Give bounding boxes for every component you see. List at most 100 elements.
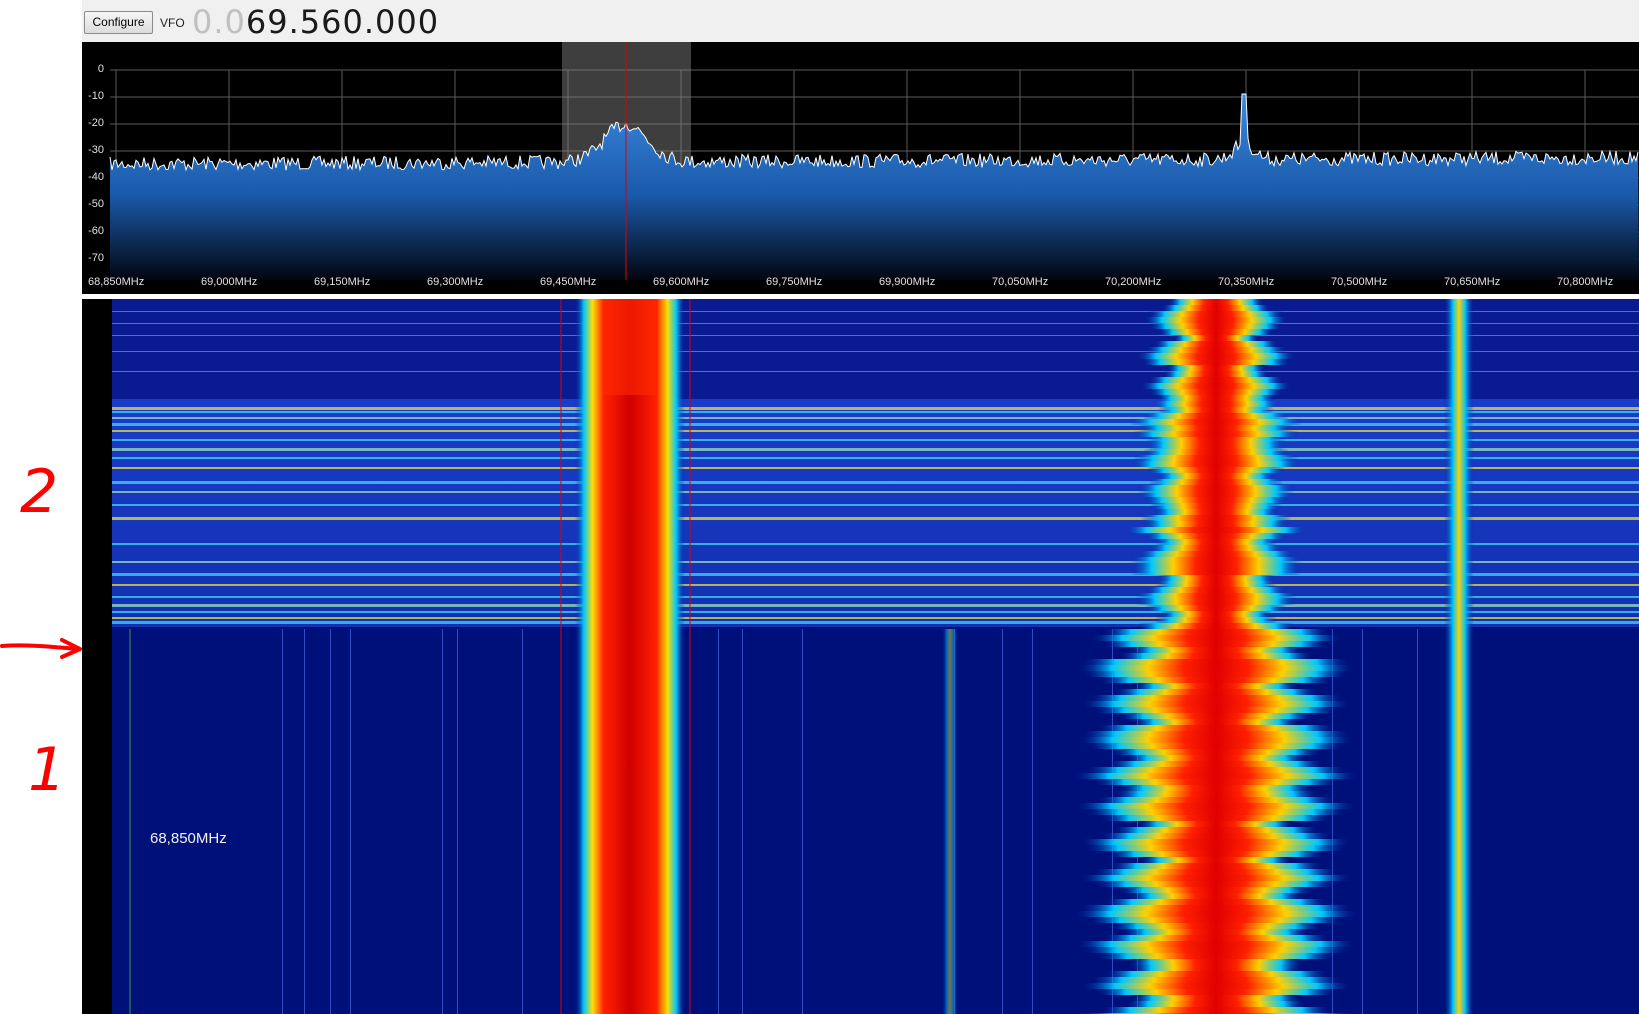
- spur-line: [718, 629, 719, 1014]
- signal-slice: [1136, 353, 1296, 359]
- waterfall-canvas[interactable]: [112, 299, 1639, 1014]
- signal-slice: [1160, 611, 1272, 617]
- signal-slice: [1137, 623, 1295, 629]
- signal-slice: [1141, 359, 1291, 365]
- signal-slice: [1158, 329, 1274, 335]
- signal-slice: [1122, 929, 1310, 935]
- spectrum-fill: [110, 94, 1639, 280]
- configure-button[interactable]: Configure: [84, 11, 153, 34]
- interference-line: [112, 311, 1639, 312]
- signal-slice: [1104, 641, 1328, 647]
- signal-slice: [1150, 503, 1282, 509]
- signal-slice: [1145, 347, 1287, 353]
- signal-slice: [1148, 377, 1284, 383]
- signal-slice: [1142, 521, 1290, 527]
- signal-slice: [1087, 845, 1345, 851]
- signal-slice: [1145, 587, 1287, 593]
- interference-line: [112, 584, 1639, 586]
- spur-line: [457, 629, 458, 1014]
- spur-line: [330, 629, 331, 1014]
- interference-line: [112, 457, 1639, 459]
- signal-slice: [1130, 569, 1302, 575]
- signal-slice: [1148, 479, 1284, 485]
- signal-slice: [1137, 551, 1295, 557]
- waterfall-image: [112, 299, 1639, 1014]
- signal-slice: [1114, 791, 1318, 797]
- signal-slice: [1154, 539, 1278, 545]
- signal-trace-tuned-top: [604, 299, 656, 395]
- signal-slice: [1127, 1001, 1305, 1007]
- frequency-tick-label: 70,650MHz: [1444, 276, 1501, 288]
- vfo-frequency-display[interactable]: 0.069.560.000: [192, 3, 439, 41]
- signal-slice: [1148, 311, 1284, 317]
- interference-line: [112, 439, 1639, 441]
- signal-slice: [1173, 335, 1259, 341]
- spur-line: [350, 629, 351, 1014]
- signal-slice: [1095, 707, 1337, 713]
- spectrum-plot[interactable]: [82, 42, 1639, 294]
- signal-slice: [1100, 677, 1332, 683]
- signal-slice: [1149, 323, 1283, 329]
- signal-slice: [1146, 437, 1286, 443]
- interference-line: [112, 611, 1639, 613]
- interference-line: [112, 411, 1639, 413]
- frequency-tick-label: 70,050MHz: [992, 276, 1049, 288]
- interference-line: [112, 423, 1639, 426]
- signal-slice: [1130, 461, 1302, 467]
- signal-slice: [1097, 989, 1335, 995]
- signal-slice: [1139, 425, 1293, 431]
- signal-slice: [1130, 557, 1302, 563]
- signal-slice: [1144, 317, 1288, 323]
- signal-slice: [1092, 977, 1340, 983]
- annotation-label-1: 1: [28, 735, 66, 805]
- signal-slice: [1129, 893, 1303, 899]
- interference-line: [112, 491, 1639, 493]
- annotation-layer: 2 1: [0, 457, 82, 805]
- interference-line: [112, 467, 1639, 469]
- signal-slice: [1119, 887, 1313, 893]
- interference-line: [112, 621, 1639, 624]
- signal-slice: [1129, 959, 1303, 965]
- signal-slice: [1119, 785, 1313, 791]
- signal-slice: [1105, 971, 1327, 977]
- interference-line: [112, 617, 1639, 619]
- signal-slice: [1136, 599, 1296, 605]
- signal-slice: [1166, 365, 1266, 371]
- interference-line: [112, 604, 1639, 607]
- vfo-significant-digits: 69.560.000: [245, 3, 440, 41]
- annotation-arrow: [0, 638, 82, 659]
- signal-slice: [1095, 869, 1337, 875]
- spectrum-trace: [109, 93, 1639, 172]
- signal-slice: [1084, 671, 1348, 677]
- annotation-label-2: 2: [20, 457, 58, 527]
- signal-slice: [1135, 593, 1297, 599]
- spur-line: [1032, 629, 1033, 1014]
- frequency-tick-label: 69,000MHz: [201, 276, 258, 288]
- signal-slice: [1149, 545, 1283, 551]
- spectrum-panel[interactable]: 0 -10 -20 -30 -40 -50 -60 -70 68,850MHz 69,000MH…: [82, 42, 1639, 294]
- waterfall-region-2: [112, 399, 1639, 627]
- signal-slice: [1119, 713, 1313, 719]
- signal-slice: [1114, 827, 1318, 833]
- signal-slice: [1112, 749, 1320, 755]
- waterfall-region-top: [112, 299, 1639, 399]
- interference-line: [112, 596, 1639, 598]
- signal-slice: [1097, 881, 1335, 887]
- interference-line: [112, 517, 1639, 520]
- waterfall-panel[interactable]: 68,850MHz: [82, 299, 1639, 1014]
- signal-slice: [1081, 875, 1351, 881]
- frequency-tick-label: 69,450MHz: [540, 276, 597, 288]
- signal-slice: [1144, 533, 1288, 539]
- signal-slice: [1143, 449, 1289, 455]
- signal-slice: [1129, 419, 1303, 425]
- frequency-tick-label: 70,800MHz: [1557, 276, 1614, 288]
- signal-slice: [1153, 509, 1279, 515]
- signal-slice: [1101, 815, 1331, 821]
- interference-line: [112, 335, 1639, 336]
- interference-line: [112, 561, 1639, 563]
- toolbar: Configure VFO 0.069.560.000: [82, 0, 1639, 43]
- signal-slice: [1133, 683, 1299, 689]
- spur-line: [304, 629, 305, 1014]
- signal-slice: [1124, 527, 1308, 533]
- frequency-tick-label: 68,850MHz: [88, 276, 145, 288]
